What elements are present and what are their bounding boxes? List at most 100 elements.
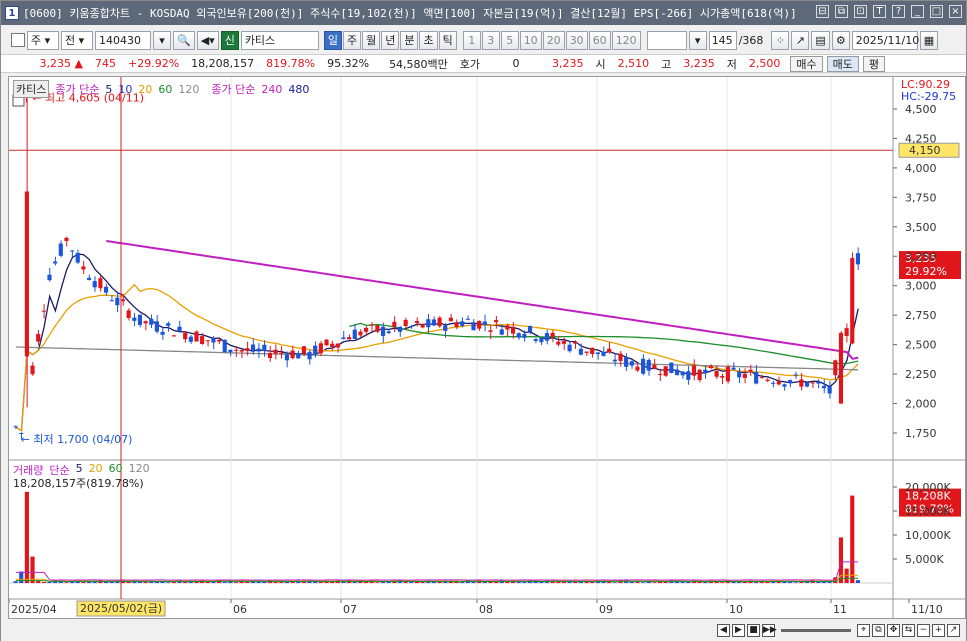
candle-body [250, 344, 256, 352]
indicator-tool-button[interactable]: ↗ [791, 30, 810, 50]
volume-bar [821, 581, 827, 583]
interval-dropdown[interactable]: ▾ [688, 30, 707, 50]
volume-bar [233, 582, 239, 583]
buy-button[interactable]: 매수 [790, 55, 823, 72]
drag-icon[interactable]: ✥ [887, 624, 900, 637]
interval-button-10[interactable]: 10 [519, 30, 542, 50]
volume-bar [64, 582, 69, 583]
type-select[interactable]: 전 ▾ [61, 30, 93, 50]
play-button[interactable]: ▶ [732, 624, 745, 637]
zoom-in-button[interactable]: + [932, 624, 945, 637]
interval-button-60[interactable]: 60 [588, 30, 611, 50]
candle-body [245, 348, 250, 351]
candle-body [624, 357, 629, 367]
volume-bar [211, 581, 216, 583]
interval-button-20[interactable]: 20 [542, 30, 565, 50]
candle-body [86, 277, 92, 280]
candle-body [465, 318, 470, 320]
interval-input[interactable] [646, 30, 687, 50]
stop-button[interactable]: ■ [747, 624, 760, 637]
search-button[interactable]: 🔍 [173, 30, 195, 50]
candle-body [92, 281, 97, 288]
code-dropdown-button[interactable]: ▾ [153, 30, 171, 50]
low-marker-label: ← 최저 1,700 (04/07) [21, 433, 133, 446]
candle-body [844, 328, 849, 336]
sell-button[interactable]: 매도 [826, 55, 859, 72]
save-button[interactable]: ▤ [811, 30, 830, 50]
scroll-left-button[interactable]: ◀ [717, 624, 730, 637]
candle-body [120, 299, 126, 302]
average-button[interactable]: 평 [862, 55, 886, 72]
candle-body [239, 350, 244, 352]
count-input[interactable]: 145 [708, 30, 737, 50]
volume-bar [171, 581, 176, 583]
legend-ma-label: 종가 단순 [55, 83, 100, 96]
period-button-0[interactable]: 일 [323, 30, 342, 50]
candle-body [132, 317, 137, 321]
candle-body [414, 320, 420, 323]
copy-icon[interactable]: ⧉ [872, 624, 885, 637]
zoom-out-button[interactable]: − [917, 624, 930, 637]
pin-icon[interactable]: T [873, 5, 886, 18]
volume-pct: 819.78% [266, 57, 316, 70]
candle-body [725, 366, 730, 382]
link-icon[interactable]: ⊡ [854, 5, 867, 18]
candle-body [544, 333, 550, 341]
candle-body [527, 326, 533, 332]
layout-icon[interactable]: ⊟ [816, 5, 829, 18]
interval-button-120[interactable]: 120 [611, 30, 641, 50]
period-button-4[interactable]: 분 [400, 30, 419, 50]
interval-button-5[interactable]: 5 [500, 30, 519, 50]
high-value: 3,235 [683, 57, 715, 70]
candle-body [347, 337, 352, 340]
interval-button-3[interactable]: 3 [481, 30, 500, 50]
cursor-date-label: 2025/05/02(금) [80, 602, 162, 615]
period-button-3[interactable]: 년 [381, 30, 400, 50]
settings-button[interactable]: ⚙ [831, 30, 850, 50]
chart-svg[interactable]: 4,150← 최고 4,605 (04/11)← 최저 1,700 (04/07… [8, 77, 965, 618]
candle-body [533, 339, 538, 341]
legend-stock[interactable]: 카티스 [13, 80, 50, 98]
calendar-button[interactable]: ▦ [919, 30, 939, 50]
auto-scroll-icon[interactable]: ⇆ [902, 624, 915, 637]
period-button-5[interactable]: 초 [419, 30, 438, 50]
grid-tool-button[interactable]: ⁘ [771, 30, 790, 50]
price-tick-label: 3,500 [905, 221, 937, 234]
interval-button-30[interactable]: 30 [565, 30, 588, 50]
price-tick-label: 4,000 [905, 162, 937, 175]
date-input[interactable]: 2025/11/10 [851, 30, 919, 50]
candle-body [657, 374, 663, 376]
candle-body [98, 278, 103, 289]
price-change: 745 [95, 57, 116, 70]
scroll-slider[interactable] [781, 629, 851, 632]
price-tick-label: 4,500 [905, 103, 937, 116]
minimize-icon[interactable]: _ [911, 5, 924, 18]
restore-icon[interactable]: ⧉ [835, 5, 848, 18]
maximize-icon[interactable]: □ [930, 5, 943, 18]
candle-body [109, 300, 114, 302]
period-select[interactable]: 주 ▾ [27, 30, 59, 50]
sound-button[interactable]: ◀▾ [196, 30, 219, 50]
stock-code-input[interactable]: 140430 [95, 30, 151, 50]
stock-name-field[interactable]: 카티스 [240, 30, 319, 50]
period-button-1[interactable]: 주 [342, 30, 362, 50]
scroll-controls: ◀ ▶ ■ ▶▶ ⌖ ⧉ ✥ ⇆ − + ↗ [1, 620, 966, 641]
candle-body [375, 325, 380, 332]
help-icon[interactable]: ? [892, 5, 905, 18]
period-button-2[interactable]: 월 [362, 30, 381, 50]
period-button-6[interactable]: 틱 [438, 30, 457, 50]
volume-bar [70, 581, 75, 583]
zoom-tool-icon[interactable]: ⌖ [857, 624, 870, 637]
scroll-end-button[interactable]: ▶▶ [762, 624, 777, 637]
volume-bar [850, 495, 855, 583]
toggle-panel-icon[interactable] [11, 33, 25, 47]
volume-ma-5 [15, 561, 859, 581]
candle-body [30, 365, 35, 375]
legend-period-240: 240 [261, 82, 283, 96]
chart-area[interactable]: 4,150 ← 최고 4,605 (04/11) ← 최저 1,700 (04/07… [8, 76, 966, 619]
interval-button-1[interactable]: 1 [462, 30, 481, 50]
volume-bar [720, 582, 725, 583]
close-icon[interactable]: × [949, 5, 962, 18]
candle-body [290, 350, 295, 359]
expand-button[interactable]: ↗ [947, 624, 960, 637]
